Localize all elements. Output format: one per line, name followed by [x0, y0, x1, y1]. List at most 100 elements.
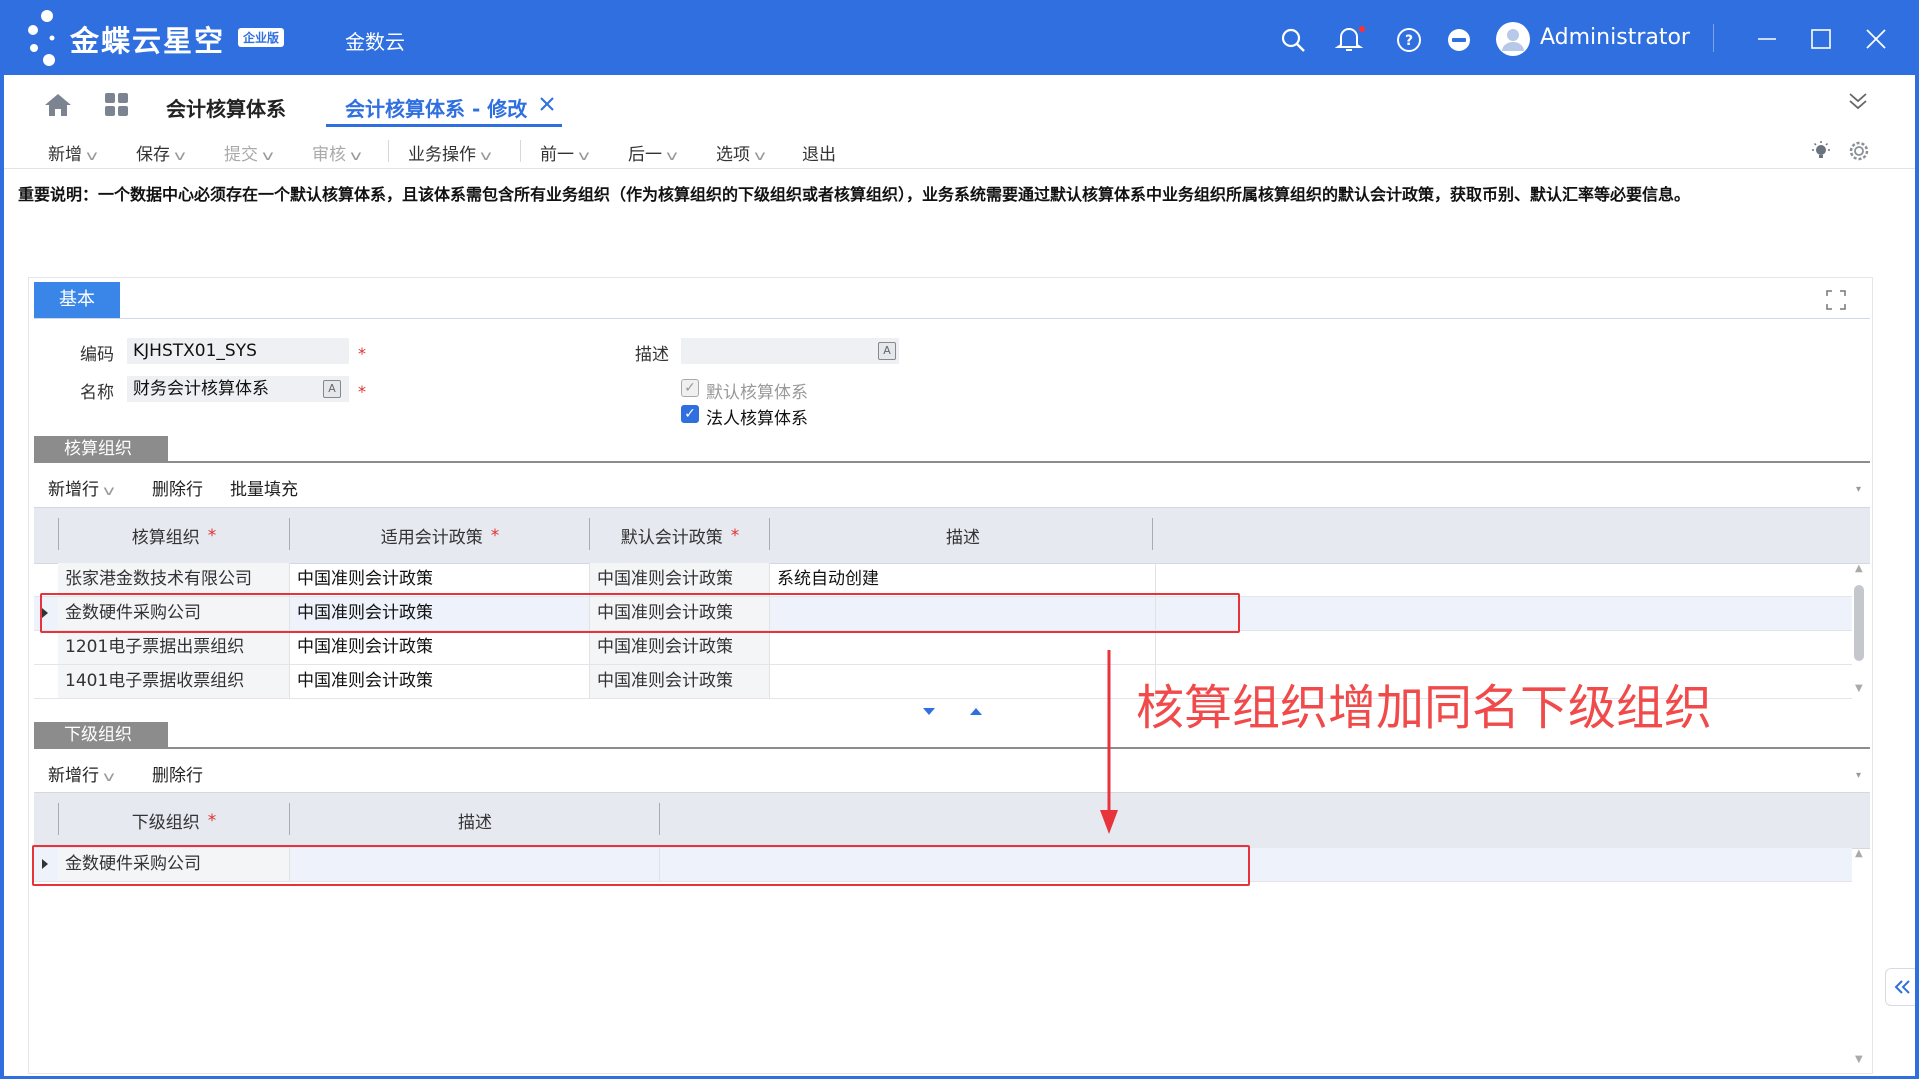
- annotation-highlight-box: [40, 593, 1240, 633]
- prev-button[interactable]: 前一 v: [540, 140, 590, 165]
- bulb-icon[interactable]: [1810, 140, 1832, 162]
- header-description[interactable]: 描述: [290, 793, 660, 848]
- chevron-down-icon[interactable]: v: [103, 770, 115, 785]
- chevron-down-icon[interactable]: v: [103, 484, 115, 499]
- desc-field[interactable]: [681, 338, 899, 364]
- home-icon[interactable]: [44, 92, 72, 118]
- logo-text: 金蝶云星空: [70, 24, 226, 58]
- default-system-checkbox[interactable]: ✓: [681, 379, 699, 397]
- cell-policy[interactable]: 中国准则会计政策: [290, 563, 590, 596]
- header-acct-org[interactable]: 核算组织 *: [58, 508, 290, 563]
- options-button[interactable]: 选项 v: [716, 140, 766, 165]
- help-icon[interactable]: ?: [1396, 27, 1422, 53]
- active-tab-indicator: [326, 124, 562, 127]
- tab-accounting-system-edit[interactable]: 会计核算体系 - 修改: [345, 93, 527, 122]
- tab-divider: [34, 318, 1870, 319]
- chevron-down-icon[interactable]: v: [666, 149, 678, 164]
- scroll-down-icon[interactable]: ▼: [1855, 1054, 1863, 1065]
- legal-system-label: 法人核算体系: [706, 409, 808, 429]
- header-applicable-policy[interactable]: 适用会计政策 *: [290, 508, 590, 563]
- toolbar-overflow-icon[interactable]: ▾: [1856, 770, 1861, 781]
- cell-acct-org[interactable]: 1401电子票据收票组织: [58, 665, 290, 698]
- close-icon[interactable]: [1865, 28, 1887, 50]
- chevron-down-icon[interactable]: v: [350, 149, 362, 164]
- cell-description[interactable]: 系统自动创建: [770, 563, 1156, 596]
- cell-policy[interactable]: 中国准则会计政策: [290, 631, 590, 664]
- apps-grid-icon[interactable]: [104, 92, 130, 118]
- toolbar-separator: [520, 140, 521, 162]
- minimize-icon[interactable]: [1756, 28, 1778, 50]
- user-name[interactable]: Administrator: [1540, 25, 1690, 50]
- cell-acct-org[interactable]: 张家港金数技术有限公司: [58, 563, 290, 596]
- chevron-down-icon[interactable]: v: [86, 149, 98, 164]
- add-row-button[interactable]: 新增行 v: [48, 761, 115, 786]
- cell-policy[interactable]: 中国准则会计政策: [290, 665, 590, 698]
- submit-button[interactable]: 提交 v: [224, 140, 274, 165]
- app-name: 金数云: [345, 30, 405, 54]
- batch-fill-button[interactable]: 批量填充: [230, 475, 298, 500]
- delete-row-button[interactable]: 删除行: [152, 761, 203, 786]
- splitter-down-icon[interactable]: [922, 706, 936, 716]
- multilang-icon[interactable]: A: [878, 342, 896, 360]
- collapse-down-icon[interactable]: [1847, 90, 1869, 112]
- column-separator: [289, 518, 290, 550]
- scroll-up-icon[interactable]: ▲: [1855, 563, 1863, 574]
- annotation-text: 核算组织增加同名下级组织: [1136, 680, 1713, 736]
- table-row[interactable]: 张家港金数技术有限公司 中国准则会计政策 中国准则会计政策 系统自动创建: [34, 563, 1852, 597]
- scroll-thumb[interactable]: [1854, 585, 1864, 661]
- section-acct-orgs: 核算组织: [34, 436, 168, 462]
- new-button[interactable]: 新增 v: [48, 140, 98, 165]
- chevron-down-icon[interactable]: v: [480, 149, 492, 164]
- name-field[interactable]: 财务会计核算体系: [127, 376, 349, 402]
- toolbar-separator: [388, 140, 389, 162]
- delete-row-button[interactable]: 删除行: [152, 475, 203, 500]
- bell-icon[interactable]: [1335, 25, 1365, 53]
- table-row[interactable]: 1201电子票据出票组织 中国准则会计政策 中国准则会计政策: [34, 631, 1852, 665]
- header-sub-org[interactable]: 下级组织 *: [58, 793, 290, 848]
- gear-icon[interactable]: [1847, 139, 1871, 163]
- window-border-right: [1915, 75, 1919, 1079]
- chevron-down-icon[interactable]: v: [262, 149, 274, 164]
- scroll-down-icon[interactable]: ▼: [1855, 683, 1863, 694]
- multilang-icon[interactable]: A: [323, 380, 341, 398]
- tab-close-icon[interactable]: [540, 97, 554, 111]
- minus-circle-icon[interactable]: [1446, 27, 1472, 53]
- svg-text:?: ?: [1405, 33, 1413, 49]
- tab-accounting-system[interactable]: 会计核算体系: [166, 93, 286, 122]
- avatar[interactable]: [1495, 21, 1531, 57]
- edition-badge: 企业版: [238, 28, 285, 47]
- splitter-up-icon[interactable]: [969, 706, 983, 716]
- desc-label: 描述: [635, 345, 669, 365]
- audit-button[interactable]: 审核 v: [312, 140, 362, 165]
- grid-scrollbar[interactable]: ▲ ▼: [1852, 563, 1866, 699]
- add-row-button[interactable]: 新增行 v: [48, 475, 115, 500]
- legal-system-checkbox[interactable]: ✓: [681, 405, 699, 423]
- cell-default-policy[interactable]: 中国准则会计政策: [590, 563, 770, 596]
- chevron-down-icon[interactable]: v: [578, 149, 590, 164]
- header-description[interactable]: 描述: [770, 508, 1156, 563]
- cell-default-policy[interactable]: 中国准则会计政策: [590, 631, 770, 664]
- double-chevron-left-icon[interactable]: [1893, 979, 1911, 995]
- business-ops-button[interactable]: 业务操作 v: [408, 140, 492, 165]
- fullscreen-icon[interactable]: [1826, 290, 1846, 310]
- cell-acct-org[interactable]: 1201电子票据出票组织: [58, 631, 290, 664]
- scroll-up-icon[interactable]: ▲: [1855, 848, 1863, 859]
- maximize-icon[interactable]: [1810, 28, 1832, 50]
- chevron-down-icon[interactable]: v: [174, 149, 186, 164]
- grid-scrollbar[interactable]: ▲ ▼: [1852, 848, 1866, 1070]
- toolbar-overflow-icon[interactable]: ▾: [1856, 484, 1861, 495]
- annotation-arrow: [1100, 650, 1118, 834]
- code-field[interactable]: KJHSTX01_SYS: [127, 338, 349, 364]
- required-mark: *: [358, 344, 366, 363]
- search-icon[interactable]: [1280, 27, 1306, 53]
- side-panel-toggle[interactable]: [1885, 968, 1919, 1006]
- exit-button[interactable]: 退出: [802, 140, 836, 165]
- section-line: [34, 747, 1870, 749]
- column-separator: [659, 803, 660, 835]
- chevron-down-icon[interactable]: v: [754, 149, 766, 164]
- cell-default-policy[interactable]: 中国准则会计政策: [590, 665, 770, 698]
- save-button[interactable]: 保存 v: [136, 140, 186, 165]
- next-button[interactable]: 后一 v: [628, 140, 678, 165]
- header-default-policy[interactable]: 默认会计政策 *: [590, 508, 770, 563]
- tab-basic[interactable]: 基本: [34, 282, 120, 318]
